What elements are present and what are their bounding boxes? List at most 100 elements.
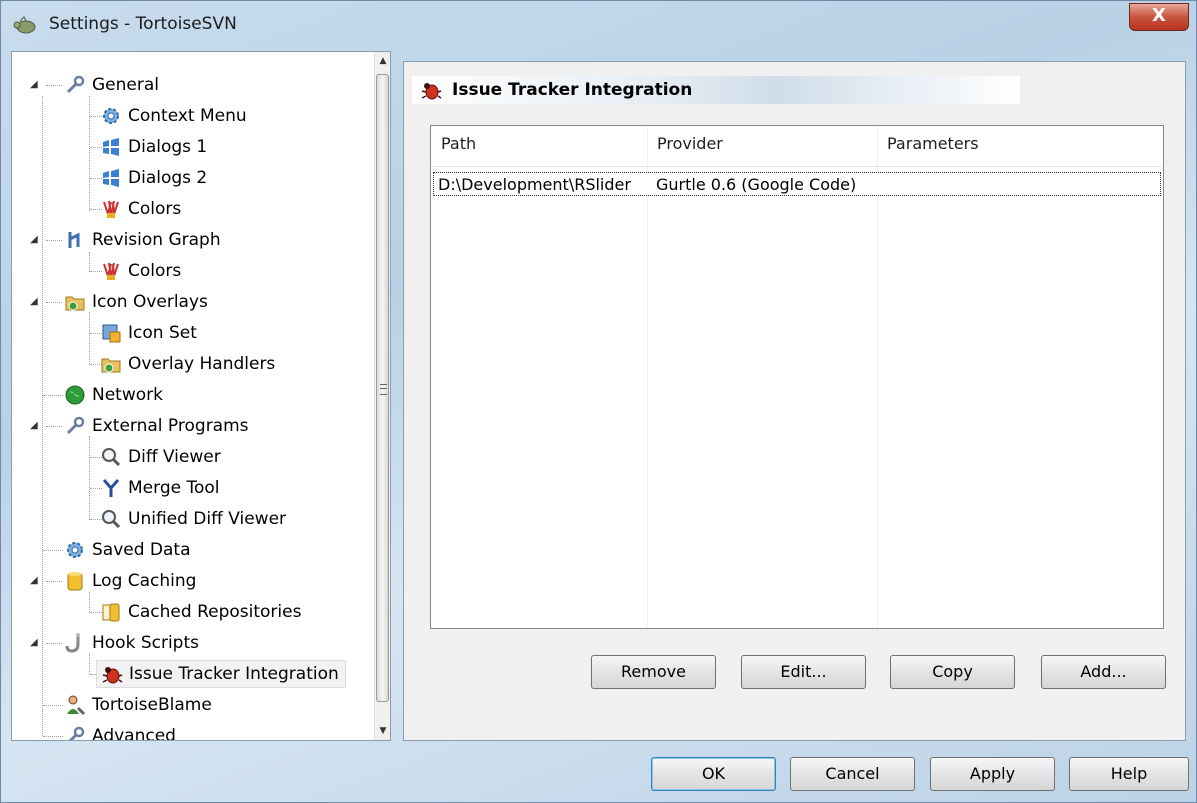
tree-item-label: Colors <box>128 199 182 219</box>
column-divider[interactable] <box>877 126 878 628</box>
tree-item-advanced[interactable]: Advanced <box>64 723 176 741</box>
cell-path: D:\Development\RSlider <box>438 175 631 194</box>
magnifier-icon <box>102 510 121 529</box>
graph-icon <box>68 232 80 248</box>
tree-line <box>89 252 90 272</box>
tree-item-network[interactable]: Network <box>64 382 163 408</box>
globe-icon <box>65 385 85 405</box>
merge-icon <box>102 479 120 497</box>
tree-item-tortoiseblame[interactable]: TortoiseBlame <box>64 692 212 718</box>
help-button[interactable]: Help <box>1069 757 1189 791</box>
tree-item-general[interactable]: General <box>64 72 159 98</box>
tree-item-label: TortoiseBlame <box>92 695 212 715</box>
tree-item-label: Log Caching <box>92 571 197 591</box>
scroll-up-arrow-icon[interactable]: ▲ <box>375 52 390 70</box>
wrench-icon <box>68 726 85 740</box>
dialogs-icon <box>103 169 119 187</box>
column-header-parameters[interactable]: Parameters <box>887 134 979 153</box>
tree-item-merge-tool[interactable]: Merge Tool <box>100 475 220 501</box>
tree-item-label: Colors <box>128 261 182 281</box>
tree-item-label: Saved Data <box>92 540 191 560</box>
paint-icon <box>103 262 119 280</box>
dialogs-icon <box>103 138 119 156</box>
tree-line <box>46 643 62 644</box>
iconset-icon <box>102 324 121 343</box>
tree-item-label: Overlay Handlers <box>128 354 276 374</box>
tree-item-overlay-handlers[interactable]: Overlay Handlers <box>100 351 275 377</box>
column-header-path[interactable]: Path <box>441 134 476 153</box>
tree-item-label: Icon Overlays <box>92 292 208 312</box>
tree-item-icon-set[interactable]: Icon Set <box>100 320 197 346</box>
table-row[interactable]: D:\Development\RSlider Gurtle 0.6 (Googl… <box>433 172 1161 196</box>
add-button[interactable]: Add... <box>1041 655 1166 689</box>
header-divider <box>431 166 1163 167</box>
tree-item-label: Issue Tracker Integration <box>129 664 339 684</box>
expander-hook-scripts[interactable]: ◢ <box>30 638 40 648</box>
tree-item-label: Unified Diff Viewer <box>128 509 287 529</box>
bug-icon <box>421 83 442 100</box>
bug-icon <box>102 667 123 684</box>
ok-button[interactable]: OK <box>651 757 776 791</box>
tree-item-saved-data[interactable]: Saved Data <box>64 537 191 563</box>
tree-line <box>89 592 90 612</box>
issue-tracker-list[interactable]: Path Provider Parameters D:\Development\… <box>430 125 1164 629</box>
expander-general[interactable]: ◢ <box>30 80 40 90</box>
tree-item-label: Advanced <box>92 726 176 741</box>
tree-item-dialogs-2[interactable]: Dialogs 2 <box>100 165 207 191</box>
tree-item-graph-colors[interactable]: Colors <box>100 258 181 284</box>
wrench-icon <box>66 416 85 435</box>
tree-item-context-menu[interactable]: Context Menu <box>100 103 247 129</box>
tree-item-dialogs-1[interactable]: Dialogs 1 <box>100 134 207 160</box>
column-divider[interactable] <box>647 126 648 628</box>
tree-scrollbar[interactable]: ▲ ▼ <box>374 52 390 740</box>
tree-item-label: Diff Viewer <box>128 447 221 467</box>
magnifier-icon <box>102 448 121 467</box>
expander-revision-graph[interactable]: ◢ <box>30 235 40 245</box>
page-title: Issue Tracker Integration <box>452 80 693 100</box>
tree-item-colors[interactable]: Colors <box>100 196 181 222</box>
tortoise-app-icon <box>13 16 36 34</box>
settings-page: Issue Tracker Integration Path Provider … <box>403 61 1186 741</box>
copy-button[interactable]: Copy <box>890 655 1015 689</box>
database-icon <box>102 603 120 622</box>
settings-window: Settings - TortoiseSVN X ◢ General Conte… <box>0 0 1197 803</box>
expander-icon-overlays[interactable]: ◢ <box>30 297 40 307</box>
grip-icon <box>380 384 387 395</box>
scroll-down-arrow-icon[interactable]: ▼ <box>375 722 390 740</box>
tree-item-external-programs[interactable]: External Programs <box>64 413 249 439</box>
tree-item-label: Dialogs 1 <box>128 137 208 157</box>
tree-item-hook-scripts[interactable]: Hook Scripts <box>64 630 199 656</box>
wrench-icon <box>66 75 85 94</box>
tree-item-unified-diff-viewer[interactable]: Unified Diff Viewer <box>100 506 286 532</box>
gear-icon <box>103 108 119 124</box>
cancel-button[interactable]: Cancel <box>790 757 915 791</box>
tree-item-label: Merge Tool <box>128 478 220 498</box>
tree-item-label: General <box>92 75 159 95</box>
tree-line <box>46 240 62 241</box>
tree-item-log-caching[interactable]: Log Caching <box>64 568 196 594</box>
tree-item-cached-repositories[interactable]: Cached Repositories <box>100 599 301 625</box>
tree-line <box>89 436 90 520</box>
expander-external-programs[interactable]: ◢ <box>30 421 40 431</box>
tree-item-revision-graph[interactable]: Revision Graph <box>64 227 221 253</box>
tree-item-diff-viewer[interactable]: Diff Viewer <box>100 444 221 470</box>
page-header: Issue Tracker Integration <box>412 76 1020 104</box>
tree-item-issue-tracker-integration[interactable]: Issue Tracker Integration <box>96 660 346 688</box>
paint-icon <box>103 200 119 218</box>
column-header-provider[interactable]: Provider <box>657 134 723 153</box>
close-button[interactable]: X <box>1129 3 1189 31</box>
expander-log-caching[interactable]: ◢ <box>30 576 40 586</box>
scrollbar-thumb[interactable] <box>376 74 389 702</box>
database-icon <box>67 572 83 591</box>
remove-button[interactable]: Remove <box>591 655 716 689</box>
tree-line <box>46 85 62 86</box>
tree-item-icon-overlays[interactable]: Icon Overlays <box>64 289 208 315</box>
edit-button[interactable]: Edit... <box>741 655 866 689</box>
tree-line <box>89 312 90 364</box>
apply-button[interactable]: Apply <box>930 757 1055 791</box>
tree-item-label: Hook Scripts <box>92 633 199 653</box>
settings-tree[interactable]: ◢ General Context Menu Dialogs 1 Dialogs… <box>11 51 391 741</box>
tree-item-label: Revision Graph <box>92 230 221 250</box>
tree-line <box>89 654 90 674</box>
cell-provider: Gurtle 0.6 (Google Code) <box>656 175 857 194</box>
